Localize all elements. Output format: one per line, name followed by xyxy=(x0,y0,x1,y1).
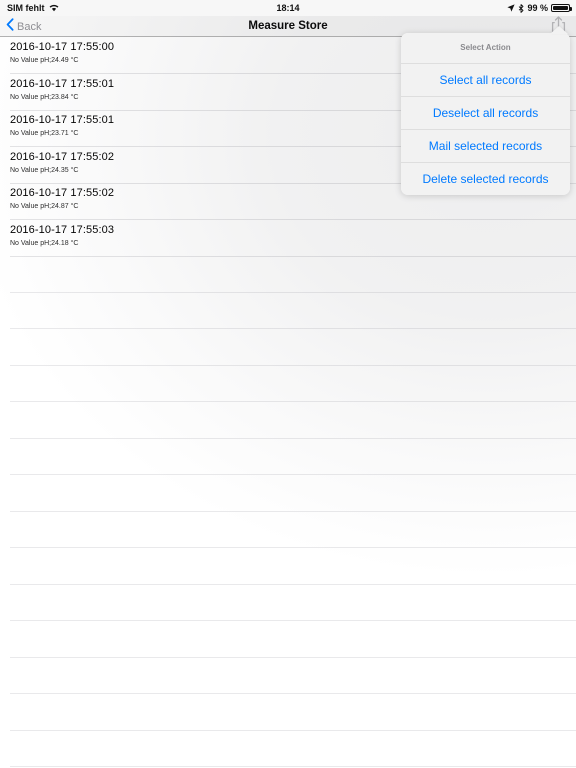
popover-header-label: Select Action xyxy=(401,33,570,64)
table-row-content: 2016-10-17 17:55:03 No Value pH;24.18 °C xyxy=(0,220,576,249)
popover-arrow xyxy=(550,25,568,34)
record-timestamp: 2016-10-17 17:55:03 xyxy=(10,223,115,236)
popover-action-item[interactable]: Deselect all records xyxy=(401,97,570,130)
battery-icon xyxy=(551,4,572,12)
popover-action-list: Select all records Deselect all records Ma… xyxy=(401,64,570,195)
table-row-empty xyxy=(10,293,576,329)
status-bar: SIM fehlt 18:14 99 % xyxy=(0,0,576,16)
popover-action-item[interactable]: Select all records xyxy=(401,64,570,97)
table-row-empty xyxy=(10,256,576,293)
table-row-empty xyxy=(10,621,576,658)
location-arrow-icon xyxy=(507,4,516,12)
select-action-popover: Select Action Select all records Deselect… xyxy=(401,33,570,195)
table-row-empty xyxy=(10,731,576,767)
record-measurement: No Value pH;24.18 °C xyxy=(10,239,79,247)
table-row-empty xyxy=(10,694,576,731)
table-row[interactable]: 2016-10-17 17:55:03 No Value pH;24.18 °C xyxy=(0,220,576,257)
table-row-empty xyxy=(10,475,576,512)
table-row-empty xyxy=(10,402,576,439)
table-row-empty xyxy=(10,512,576,548)
table-row-empty xyxy=(10,329,576,366)
bluetooth-icon xyxy=(518,3,524,13)
popover-action-item[interactable]: Mail selected records xyxy=(401,130,570,163)
empty-rows-list xyxy=(0,256,576,768)
table-row-empty xyxy=(10,658,576,694)
table-row-empty xyxy=(10,439,576,475)
status-bar-right: 99 % xyxy=(507,3,572,13)
record-measurement: No Value pH;24.87 °C xyxy=(10,203,79,210)
table-row-empty xyxy=(10,548,576,585)
ios-app-screen: SIM fehlt 18:14 99 % Back Measure Store … xyxy=(0,0,576,768)
battery-percent-label: 99 % xyxy=(527,3,548,13)
table-row-empty xyxy=(10,366,576,402)
popover-action-item[interactable]: Delete selected records xyxy=(401,163,570,195)
table-row-empty xyxy=(10,585,576,621)
status-bar-clock: 18:14 xyxy=(276,3,300,13)
